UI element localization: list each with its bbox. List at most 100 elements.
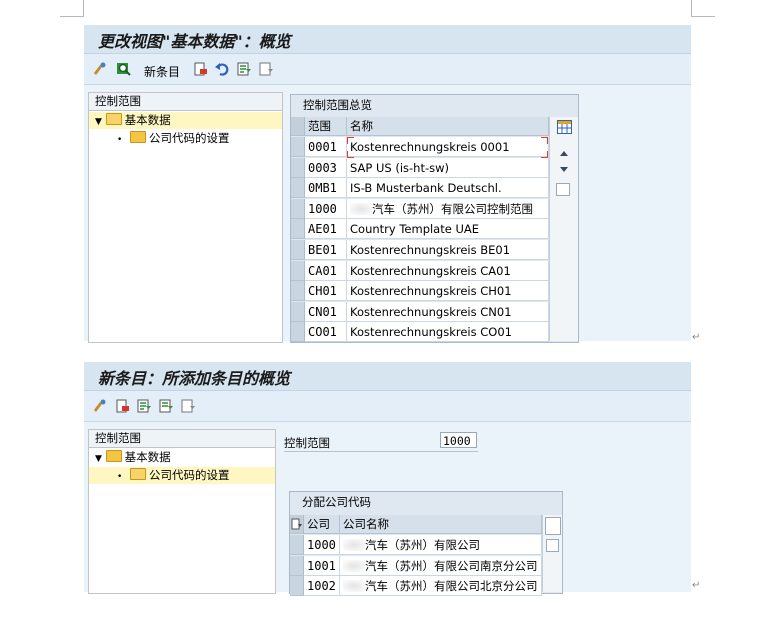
row-selector[interactable]	[290, 555, 304, 576]
code-cell[interactable]: 1001	[304, 555, 340, 576]
table-settings-icon[interactable]	[557, 120, 572, 134]
navigation-tree: 控制范围 ▼ 基本数据 • 公司代码的设置	[88, 92, 283, 343]
control-area-table: 控制范围总览 范围 名称 0001 Kostenrechnungskreis 00…	[290, 94, 579, 343]
name-text: Kostenrechnungskreis CA01	[350, 263, 511, 278]
name-text: Country Template UAE	[350, 222, 480, 237]
column-header-company[interactable]: 公司	[304, 515, 340, 534]
name-cell[interactable]: Kostenrechnungskreis 0001	[347, 137, 549, 157]
scroll-thumb[interactable]	[546, 539, 559, 552]
tree-item-label: 基本数据	[124, 450, 171, 464]
select-all-cell[interactable]	[291, 117, 305, 136]
row-selector[interactable]	[291, 281, 305, 302]
label-underline	[284, 451, 478, 452]
vertical-scrollbar[interactable]	[542, 515, 562, 592]
select-all-icon[interactable]	[158, 398, 174, 414]
tree-item-basic-data[interactable]: ▼ 基本数据	[89, 112, 282, 129]
tree-header: 控制范围	[89, 93, 282, 111]
code-cell[interactable]: BE01	[305, 240, 347, 260]
display-change-icon[interactable]	[92, 398, 108, 414]
name-text: Kostenrechnungskreis CH01	[350, 284, 512, 299]
row-selector[interactable]	[291, 240, 305, 260]
control-area-field[interactable]: 1000	[440, 432, 477, 448]
page-title: 更改视图"基本数据"：概览	[98, 32, 291, 51]
code-cell[interactable]: CH01	[305, 281, 347, 302]
name-cell[interactable]: Kostenrechnungskreis CO01	[347, 322, 549, 343]
toolbar	[84, 391, 691, 422]
title-bar: 更改视图"基本数据"：概览	[84, 25, 691, 54]
select-all-cell[interactable]	[290, 515, 304, 534]
delete-row-icon[interactable]	[114, 398, 130, 414]
tree-item-basic-data[interactable]: ▼ 基本数据	[89, 449, 275, 466]
code-cell[interactable]: 0001	[305, 137, 347, 157]
row-selector[interactable]	[291, 301, 305, 322]
row-selector[interactable]	[291, 137, 305, 157]
row-selector[interactable]	[291, 219, 305, 240]
row-selector[interactable]	[291, 260, 305, 281]
name-text: 汽车（苏州）有限公司控制范围	[372, 201, 533, 216]
folder-open-icon	[129, 468, 146, 480]
row-selector[interactable]	[291, 198, 305, 219]
expand-triangle-icon[interactable]: ▼	[95, 454, 102, 464]
paragraph-mark-icon: ↵	[692, 332, 701, 343]
name-text: IS-B Musterbank Deutschl.	[350, 181, 502, 196]
expand-triangle-icon[interactable]: ▼	[95, 117, 102, 127]
column-header-name[interactable]: 名称	[347, 117, 549, 136]
select-block-icon[interactable]	[136, 398, 152, 414]
scroll-up-icon[interactable]	[560, 151, 568, 156]
name-cell[interactable]: 汽车（苏州）有限公司北京分公司	[340, 576, 542, 597]
table-settings-button[interactable]	[545, 517, 561, 535]
deselect-all-icon[interactable]	[180, 398, 196, 414]
name-cell[interactable]: Kostenrechnungskreis CH01	[347, 281, 549, 302]
code-cell[interactable]: AE01	[305, 219, 347, 240]
name-cell[interactable]: Kostenrechnungskreis CN01	[347, 301, 549, 322]
select-all-icon[interactable]	[236, 61, 252, 77]
name-cell[interactable]: 汽车（苏州）有限公司	[340, 535, 542, 555]
name-cell[interactable]: 汽车（苏州）有限公司南京分公司	[340, 555, 542, 576]
code-cell[interactable]: 0MB1	[305, 178, 347, 199]
redacted-blur	[350, 202, 372, 215]
name-text: Kostenrechnungskreis 0001	[350, 140, 510, 154]
page-corner-mark	[692, 16, 715, 17]
name-cell[interactable]: Kostenrechnungskreis CA01	[347, 260, 549, 281]
row-selector[interactable]	[290, 576, 304, 597]
redacted-blur	[343, 539, 365, 551]
redacted-blur	[343, 559, 365, 572]
code-cell[interactable]: CN01	[305, 301, 347, 322]
name-text: 汽车（苏州）有限公司	[365, 538, 480, 552]
column-header-company-name[interactable]: 公司名称	[340, 515, 542, 534]
code-cell[interactable]: 1002	[304, 576, 340, 597]
code-cell[interactable]: 0003	[305, 157, 347, 178]
code-cell[interactable]: 1000	[305, 198, 347, 219]
code-cell[interactable]: CA01	[305, 260, 347, 281]
tree-item-company-code-settings[interactable]: • 公司代码的设置	[89, 130, 282, 147]
column-header-area[interactable]: 范围	[305, 117, 347, 136]
deselect-all-icon[interactable]	[258, 61, 274, 77]
page-corner-mark	[691, 0, 692, 17]
undo-icon[interactable]	[214, 61, 230, 77]
page-corner-mark	[60, 16, 83, 17]
page-title: 新条目：所添加条目的概览	[98, 369, 291, 388]
scroll-down-icon[interactable]	[560, 167, 568, 172]
name-text: SAP US (is-ht-sw)	[350, 160, 449, 175]
name-cell[interactable]: SAP US (is-ht-sw)	[347, 157, 549, 178]
row-selector[interactable]	[290, 535, 304, 555]
name-cell[interactable]: IS-B Musterbank Deutschl.	[347, 178, 549, 199]
new-entries-button[interactable]: 新条目	[144, 63, 180, 80]
code-cell[interactable]: 1000	[304, 535, 340, 555]
name-cell[interactable]: Country Template UAE	[347, 219, 549, 240]
name-cell[interactable]: 汽车（苏州）有限公司控制范围	[347, 198, 549, 219]
tree-item-company-code-settings[interactable]: • 公司代码的设置	[89, 467, 275, 484]
name-cell[interactable]: Kostenrechnungskreis BE01	[347, 240, 549, 260]
focus-corner-mark	[541, 137, 548, 144]
copy-as-icon[interactable]	[192, 61, 208, 77]
row-selector[interactable]	[291, 322, 305, 343]
focus-corner-mark	[541, 151, 548, 158]
find-icon[interactable]	[116, 61, 132, 77]
row-selector[interactable]	[291, 157, 305, 178]
display-change-icon[interactable]	[92, 61, 108, 77]
row-selector[interactable]	[291, 178, 305, 199]
scroll-thumb[interactable]	[556, 183, 570, 196]
vertical-scrollbar[interactable]	[549, 117, 578, 341]
code-cell[interactable]: CO01	[305, 322, 347, 343]
select-block-icon[interactable]	[291, 518, 303, 530]
